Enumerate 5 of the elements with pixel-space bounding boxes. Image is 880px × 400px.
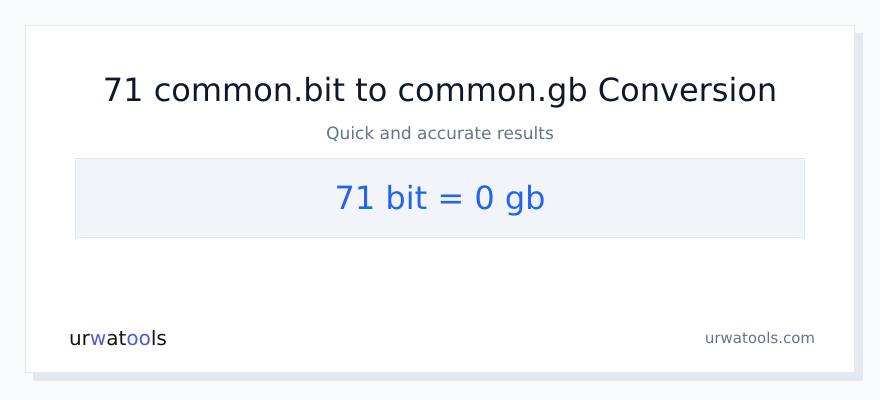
page-title: 71 common.bit to common.gb Conversion [102, 70, 778, 110]
subtitle: Quick and accurate results [326, 123, 554, 146]
domain-text: urwatools.com [704, 329, 815, 347]
result-panel: 71 bit = 0 gb [75, 158, 805, 238]
logo: urwatools [69, 326, 167, 350]
